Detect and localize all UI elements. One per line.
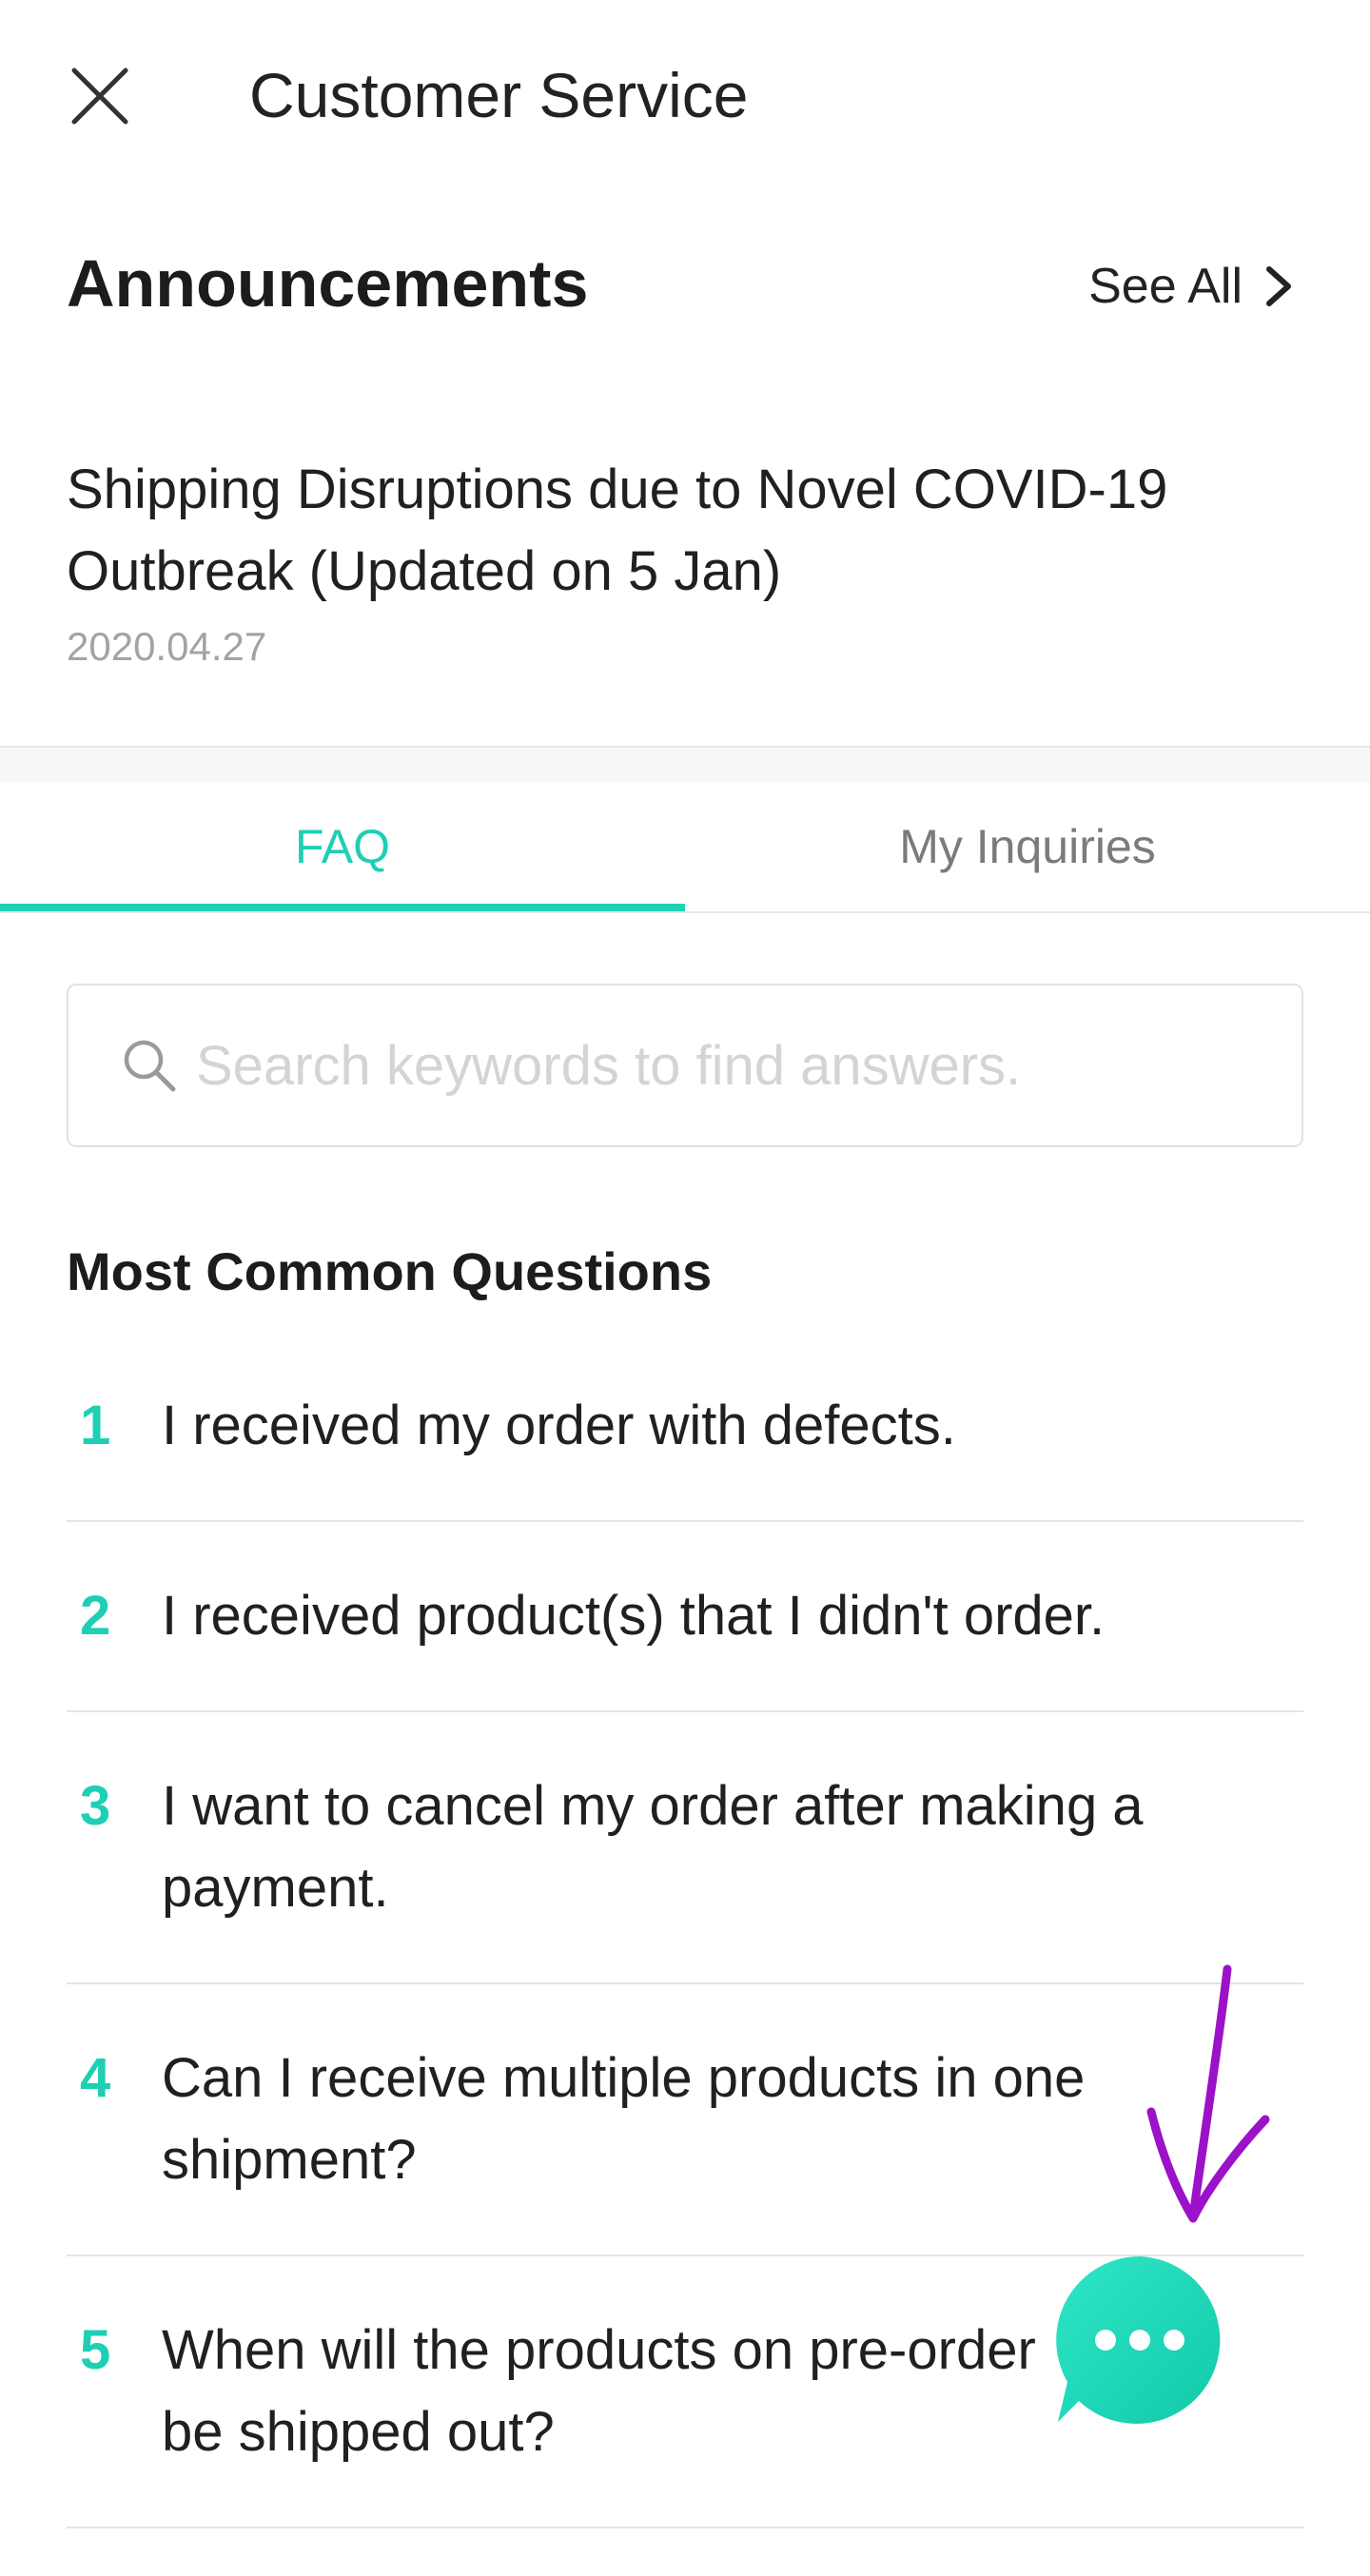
close-button[interactable] (67, 63, 133, 129)
faq-item[interactable]: 4 Can I receive multiple products in one… (67, 1984, 1303, 2256)
page-title: Customer Service (249, 60, 749, 130)
active-tab-indicator (0, 904, 685, 911)
search-icon (124, 1040, 176, 1092)
faq-item-number: 5 (80, 2319, 111, 2381)
see-all-button[interactable]: See All (1088, 253, 1294, 320)
faq-item-text: When will the products on pre-order be s… (162, 2319, 1036, 2463)
faq-item-text: I want to cancel my order after making a… (162, 1775, 1144, 1919)
faq-item-number: 3 (80, 1775, 111, 1837)
tab-my-inquiries[interactable]: My Inquiries (685, 782, 1370, 911)
faq-item-number: 1 (80, 1395, 111, 1456)
announcements-heading: Announcements (67, 246, 589, 321)
tab-bar: FAQ My Inquiries (0, 782, 1370, 915)
faq-item[interactable]: 1 I received my order with defects. (67, 1332, 1303, 1522)
faq-item[interactable]: 3 I want to cancel my order after making… (67, 1712, 1303, 1984)
announcement-date: 2020.04.27 (67, 624, 267, 669)
faq-item-text: I received product(s) that I didn't orde… (162, 1585, 1106, 1647)
close-icon (71, 68, 128, 125)
announcement-item[interactable]: Shipping Disruptions due to Novel COVID-… (67, 449, 1303, 672)
see-all-label: See All (1088, 259, 1243, 314)
chat-button[interactable] (1047, 2249, 1233, 2435)
faq-item-number: 4 (80, 2047, 111, 2109)
chat-bubble-icon (1056, 2256, 1221, 2424)
chevron-right-icon (1266, 266, 1291, 306)
tab-bar-divider (0, 911, 1370, 913)
faq-item-text: I received my order with defects. (162, 1395, 956, 1456)
section-spacer (0, 748, 1370, 782)
faq-item[interactable]: 2 I received product(s) that I didn't or… (67, 1522, 1303, 1712)
header: Customer Service (0, 0, 1370, 190)
search-input[interactable] (196, 1018, 1281, 1113)
faq-item-number: 2 (80, 1585, 111, 1647)
most-common-questions-heading: Most Common Questions (67, 1241, 713, 1301)
announcement-title: Shipping Disruptions due to Novel COVID-… (67, 459, 1168, 602)
tab-faq[interactable]: FAQ (0, 782, 685, 911)
search-box[interactable] (67, 984, 1303, 1147)
faq-item-text: Can I receive multiple products in one s… (162, 2047, 1086, 2191)
